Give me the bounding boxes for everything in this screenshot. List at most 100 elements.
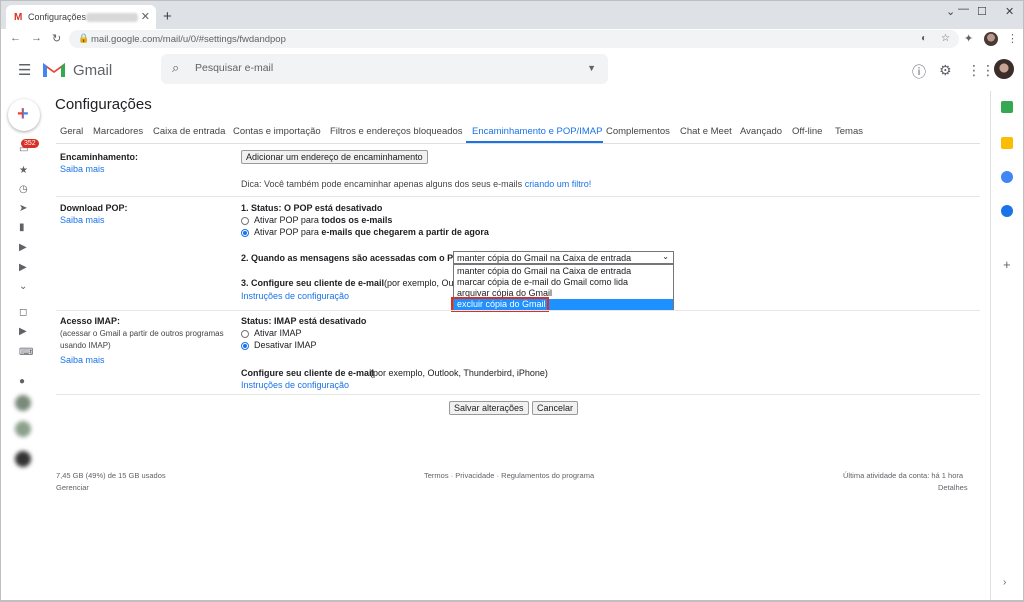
puzzle-icon[interactable]: ✦ — [964, 32, 973, 45]
tab-complementos[interactable]: Complementos — [606, 126, 670, 137]
details-link[interactable]: Detalhes — [938, 483, 968, 492]
manage-storage-link[interactable]: Gerenciar — [56, 483, 89, 492]
bookmark-star-icon[interactable]: ☆ — [941, 33, 950, 44]
sent-icon[interactable]: ➤ — [19, 203, 27, 214]
snoozed-clock-icon[interactable]: ◷ — [19, 184, 28, 195]
chevron-down-icon: ⌄ — [662, 252, 669, 261]
search-options-icon[interactable]: ▼ — [587, 63, 596, 73]
tab-filtros[interactable]: Filtros e endereços bloqueados — [330, 126, 463, 137]
address-bar-row: ← → ↻ 🔒 mail.google.com/mail/u/0/#settin… — [0, 29, 1024, 49]
tab-off-line[interactable]: Off-line — [792, 126, 822, 137]
tab-marcadores[interactable]: Marcadores — [93, 126, 143, 137]
tab-caixa-de-entrada[interactable]: Caixa de entrada — [153, 126, 225, 137]
help-icon[interactable]: ⓘ — [912, 62, 926, 82]
tab-avancado[interactable]: Avançado — [740, 126, 782, 137]
pop-learn-more-link[interactable]: Saiba mais — [60, 215, 105, 225]
tab-temas[interactable]: Temas — [835, 126, 863, 137]
active-tab-underline — [466, 141, 603, 143]
account-avatar[interactable] — [994, 59, 1014, 79]
imap-sublabel-2: usando IMAP) — [60, 341, 111, 350]
blurred-email — [86, 13, 138, 22]
keep-icon[interactable] — [1001, 137, 1013, 149]
compose-button[interactable]: + — [8, 99, 40, 131]
search-input[interactable] — [195, 62, 575, 74]
add-forwarding-address-button[interactable]: Adicionar um endereço de encaminhamento — [241, 150, 428, 164]
imap-disable-radio[interactable] — [241, 342, 249, 350]
label-icon[interactable]: ▶ — [19, 262, 27, 273]
imap-setup-instructions-link[interactable]: Instruções de configuração — [241, 380, 349, 390]
cancel-button[interactable]: Cancelar — [532, 401, 579, 415]
browser-tab[interactable]: M Configurações - ✕ — [6, 5, 156, 30]
privacy-link[interactable]: Privacidade — [455, 471, 494, 480]
maximize-icon[interactable]: ☐ — [977, 5, 987, 18]
create-filter-link[interactable]: criando um filtro! — [525, 179, 592, 189]
pop-configure-detail: (por exemplo, Outlo — [384, 278, 464, 288]
pop-action-select[interactable]: manter cópia do Gmail na Caixa de entrad… — [453, 251, 674, 264]
imap-status: Status: IMAP está desativado — [241, 316, 367, 326]
gmail-logo-icon[interactable] — [42, 60, 66, 78]
tab-chat-e-meet[interactable]: Chat e Meet — [680, 126, 732, 137]
blurred-contact-avatar[interactable] — [15, 395, 31, 411]
forwarding-learn-more-link[interactable]: Saiba mais — [60, 164, 105, 174]
keyboard-icon[interactable]: ⌨ — [19, 347, 33, 358]
imap-enable-radio[interactable] — [241, 330, 249, 338]
compose-plus-icon: + — [17, 103, 29, 125]
label-icon[interactable]: ▶ — [19, 242, 27, 253]
extension-icon[interactable]: ◐ — [921, 33, 927, 44]
pop-from-now-radio[interactable] — [241, 229, 249, 237]
apps-grid-icon[interactable]: ⋮⋮ — [967, 62, 995, 79]
add-addon-plus-icon[interactable]: + — [1003, 257, 1011, 272]
meet-video-icon[interactable]: ▶ — [19, 326, 27, 337]
program-policies-link[interactable]: Regulamentos do programa — [501, 471, 594, 480]
side-panel: + › — [990, 91, 1024, 602]
search-icon[interactable]: ⌕ — [172, 60, 179, 76]
left-rail: + ▭ 352 ★ ◷ ➤ ▮ ▶ ▶ ⌄ ◻ ▶ ⌨ ● — [0, 91, 44, 602]
pop-when-accessed-label: 2. Quando as mensagens são acessadas com… — [241, 253, 467, 263]
pop-all-mail-radio[interactable] — [241, 217, 249, 225]
menu-kebab-icon[interactable]: ⋮ — [1007, 32, 1018, 45]
url-text: mail.google.com/mail/u/0/#settings/fwdan… — [91, 34, 286, 45]
calendar-icon[interactable] — [1001, 101, 1013, 113]
new-tab-icon[interactable]: + — [163, 8, 172, 25]
pop-all-mail-label: Ativar POP para todos os e-mails — [254, 215, 392, 225]
forward-icon[interactable]: → — [31, 32, 42, 44]
blurred-contact-avatar[interactable] — [15, 421, 31, 437]
tab-geral[interactable]: Geral — [60, 126, 83, 137]
minimize-icon[interactable]: — — [958, 3, 969, 15]
settings-gear-icon[interactable]: ⚙ — [939, 62, 952, 79]
more-chevron-icon[interactable]: ⌄ — [19, 281, 27, 292]
starred-icon[interactable]: ★ — [19, 165, 28, 176]
tab-contas-e-importacao[interactable]: Contas e importação — [233, 126, 321, 137]
blurred-contact-avatar[interactable] — [15, 451, 31, 467]
pop-action-selected-value: manter cópia do Gmail na Caixa de entrad… — [457, 253, 632, 263]
storage-usage: 7,45 GB (49%) de 15 GB usados — [56, 471, 166, 480]
chevron-down-icon[interactable]: ⌄ — [946, 5, 955, 18]
reload-icon[interactable]: ↻ — [52, 32, 61, 45]
hangouts-icon[interactable]: ● — [19, 376, 25, 387]
pop-option-mark-read[interactable]: marcar cópia de e-mail do Gmail como lid… — [454, 277, 673, 288]
pop-from-now-label: Ativar POP para e-mails que chegarem a p… — [254, 227, 489, 237]
hamburger-menu-icon[interactable]: ☰ — [18, 61, 31, 79]
tab-encaminhamento-pop-imap[interactable]: Encaminhamento e POP/IMAP — [472, 126, 602, 137]
search-bar[interactable]: ⌕ ▼ — [161, 54, 608, 84]
close-window-icon[interactable]: ✕ — [1005, 5, 1014, 18]
footer-links: Termos · Privacidade · Regulamentos do p… — [424, 471, 594, 480]
forwarding-tip-text: Dica: Você também pode encaminhar apenas… — [241, 179, 523, 189]
pop-option-keep[interactable]: manter cópia do Gmail na Caixa de entrad… — [454, 266, 673, 277]
close-tab-icon[interactable]: ✕ — [141, 10, 150, 23]
terms-link[interactable]: Termos — [424, 471, 449, 480]
pop-setup-instructions-link[interactable]: Instruções de configuração — [241, 291, 349, 301]
imap-learn-more-link[interactable]: Saiba mais — [60, 355, 105, 365]
back-icon[interactable]: ← — [10, 32, 21, 44]
contacts-icon[interactable] — [1001, 205, 1013, 217]
section-divider — [56, 196, 980, 197]
imap-sublabel-1: (acessar o Gmail a partir de outros prog… — [60, 329, 224, 338]
save-changes-button[interactable]: Salvar alterações — [449, 401, 529, 415]
expand-panel-chevron-icon[interactable]: › — [1003, 577, 1006, 588]
profile-avatar[interactable] — [984, 32, 998, 46]
drafts-icon[interactable]: ▮ — [19, 222, 25, 233]
lock-icon: 🔒 — [78, 33, 90, 43]
meet-new-icon[interactable]: ◻ — [19, 307, 27, 318]
tasks-icon[interactable] — [1001, 171, 1013, 183]
url-field[interactable]: 🔒 mail.google.com/mail/u/0/#settings/fwd… — [69, 30, 959, 48]
